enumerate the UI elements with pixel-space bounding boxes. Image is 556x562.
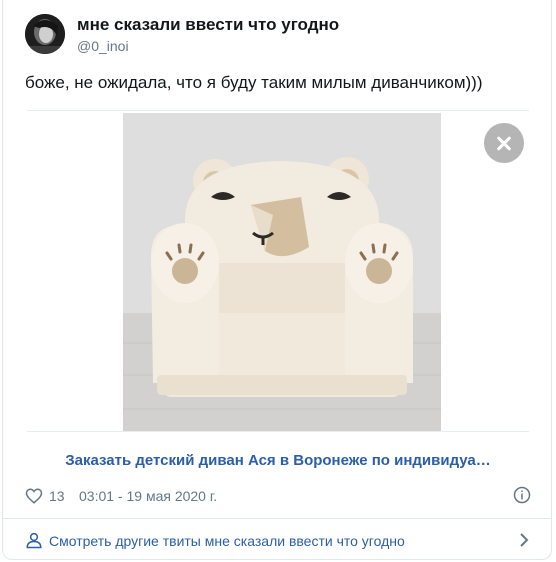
more-tweets-link[interactable]: Смотреть другие твиты мне сказали ввести… xyxy=(3,518,551,560)
avatar[interactable] xyxy=(25,14,65,54)
info-icon[interactable] xyxy=(513,486,531,504)
tweet-text: боже, не ожидала, что я буду таким милым… xyxy=(25,73,483,92)
heart-icon[interactable] xyxy=(25,487,43,505)
person-icon xyxy=(26,532,42,549)
display-name[interactable]: мне сказали ввести что угодно xyxy=(77,15,339,35)
link-title-row[interactable]: Заказать детский диван Ася в Воронеже по… xyxy=(27,431,529,489)
chevron-right-icon[interactable] xyxy=(517,532,531,548)
close-icon[interactable] xyxy=(484,123,524,163)
tweet-card: мне сказали ввести что угодно @0_inoi бо… xyxy=(2,0,552,560)
link-preview-card[interactable]: Заказать детский диван Ася в Воронеже по… xyxy=(27,110,529,488)
tweet-header: мне сказали ввести что угодно @0_inoi xyxy=(25,14,525,56)
author-names: мне сказали ввести что угодно @0_inoi xyxy=(77,15,339,55)
timestamp[interactable]: 03:01 - 19 мая 2020 г. xyxy=(79,488,217,504)
link-title[interactable]: Заказать детский диван Ася в Воронеже по… xyxy=(65,452,491,469)
like-count: 13 xyxy=(49,488,65,504)
tweet-meta: 13 03:01 - 19 мая 2020 г. xyxy=(25,486,531,506)
user-handle[interactable]: @0_inoi xyxy=(77,37,339,55)
preview-image xyxy=(123,113,441,431)
more-tweets-label[interactable]: Смотреть другие твиты мне сказали ввести… xyxy=(49,533,405,549)
